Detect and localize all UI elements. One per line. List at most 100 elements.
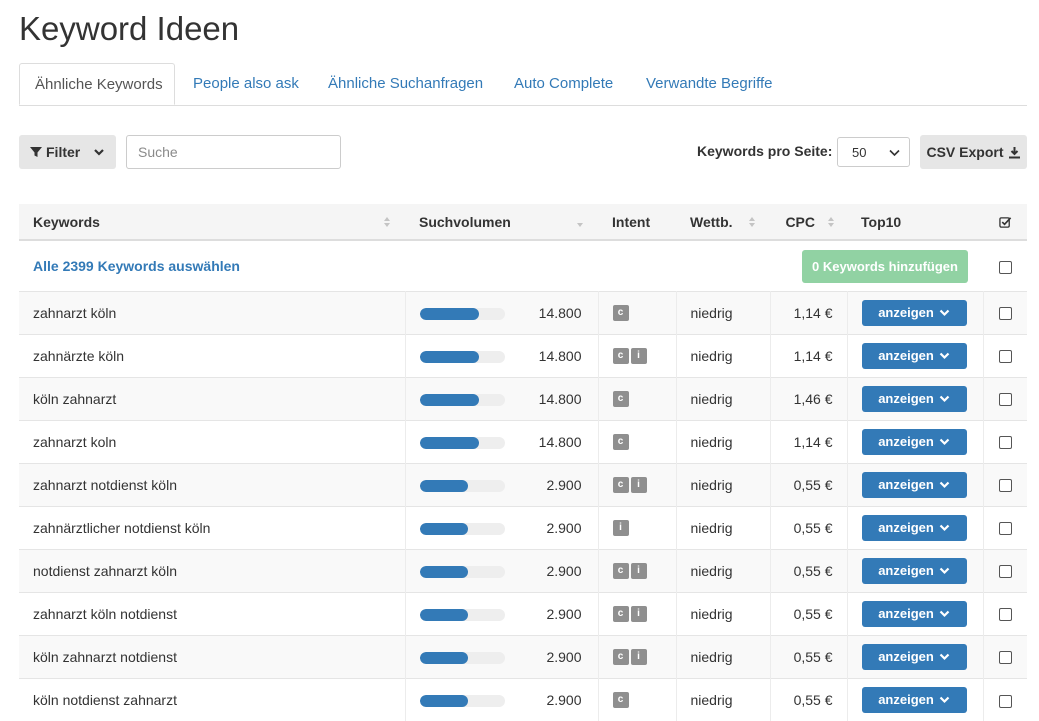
chevron-down-icon: [939, 696, 950, 703]
intent-badge: c: [612, 391, 629, 408]
intent-cell: c: [598, 419, 677, 463]
volume-cell: 14.800: [405, 419, 599, 463]
table-row: zahnarzt köln notdienst 2.900 c i niedrig 0,5…: [19, 591, 1027, 635]
csv-export-button[interactable]: CSV Export: [920, 135, 1027, 169]
intent-badge: i: [630, 649, 647, 666]
column-header-keywords[interactable]: Keywords: [19, 204, 405, 241]
show-top10-button[interactable]: anzeigen: [861, 557, 967, 584]
row-checkbox[interactable]: [998, 307, 1012, 321]
volume-value: 2.900: [546, 562, 582, 579]
chevron-down-icon: [939, 395, 950, 402]
table-row: köln zahnarzt 14.800 c niedrig 1,46 € anzeige…: [19, 376, 1027, 420]
show-top10-button[interactable]: anzeigen: [861, 299, 967, 326]
column-header-wettbewerb[interactable]: Wettb.: [676, 204, 770, 241]
table-row: zahnarzt koln 14.800 c niedrig 1,14 € anzeige…: [19, 419, 1027, 463]
volume-cell: 2.900: [405, 548, 599, 592]
row-checkbox[interactable]: [998, 393, 1012, 407]
column-header-suchvolumen[interactable]: Suchvolumen: [405, 204, 598, 241]
row-checkbox[interactable]: [998, 651, 1012, 665]
tab-bar: Ähnliche Keywords People also ask Ähnlic…: [19, 63, 1027, 106]
intent-cell: ci: [598, 591, 677, 635]
chevron-down-icon: [939, 524, 950, 531]
chevron-down-icon: [939, 309, 950, 316]
volume-value: 2.900: [546, 519, 582, 536]
intent-badge: c: [612, 305, 629, 322]
tab-people-also-ask[interactable]: People also ask: [193, 63, 299, 105]
search-input[interactable]: [126, 135, 341, 169]
tab-aehnliche-keywords[interactable]: Ähnliche Keywords: [19, 63, 175, 105]
show-top10-label: anzeigen: [878, 304, 934, 320]
volume-value: 2.900: [546, 691, 582, 708]
keywords-per-page-select[interactable]: 50: [837, 137, 910, 167]
column-header-cpc[interactable]: CPC: [770, 204, 847, 241]
show-top10-label: anzeigen: [878, 562, 934, 578]
top10-cell: anzeigen: [847, 290, 984, 334]
volume-bar: [419, 350, 505, 363]
show-top10-label: anzeigen: [878, 519, 934, 535]
intent-badge: c: [612, 563, 629, 580]
tab-aehnliche-suchanfragen[interactable]: Ähnliche Suchanfragen: [328, 63, 483, 105]
chevron-down-icon: [939, 481, 950, 488]
volume-bar-fill: [419, 307, 479, 320]
select-all-link[interactable]: Alle 2399 Keywords auswählen: [33, 258, 240, 274]
intent-badge: i: [630, 348, 647, 365]
volume-bar: [419, 565, 505, 578]
row-checkbox[interactable]: [998, 350, 1012, 364]
add-keywords-button[interactable]: 0 Keywords hinzufügen: [802, 250, 968, 283]
volume-bar: [419, 651, 505, 664]
show-top10-button[interactable]: anzeigen: [861, 385, 967, 412]
competition-cell: niedrig: [676, 419, 771, 463]
top10-cell: anzeigen: [847, 419, 984, 463]
sort-desc-icon: [577, 223, 583, 227]
checkbox-checked-icon: [998, 217, 1011, 229]
volume-cell: 14.800: [405, 333, 599, 377]
cpc-cell: 1,14 €: [770, 290, 848, 334]
tab-auto-complete[interactable]: Auto Complete: [514, 63, 613, 105]
show-top10-button[interactable]: anzeigen: [861, 342, 967, 369]
chevron-down-icon: [939, 567, 950, 574]
top10-cell: anzeigen: [847, 505, 984, 549]
show-top10-label: anzeigen: [878, 433, 934, 449]
cpc-cell: 1,14 €: [770, 419, 848, 463]
download-icon: [1008, 146, 1020, 158]
volume-bar-fill: [419, 393, 479, 406]
show-top10-label: anzeigen: [878, 476, 934, 492]
cpc-cell: 1,46 €: [770, 376, 848, 420]
volume-value: 14.800: [538, 390, 582, 407]
row-checkbox[interactable]: [998, 694, 1012, 708]
tab-verwandte-begriffe[interactable]: Verwandte Begriffe: [646, 63, 772, 105]
competition-cell: niedrig: [676, 333, 771, 377]
keyword-cell: zahnarzt köln: [19, 290, 406, 334]
volume-bar: [419, 436, 505, 449]
show-top10-button[interactable]: anzeigen: [861, 600, 967, 627]
show-top10-button[interactable]: anzeigen: [861, 643, 967, 670]
show-top10-button[interactable]: anzeigen: [861, 428, 967, 455]
cpc-cell: 1,14 €: [770, 333, 848, 377]
show-top10-button[interactable]: anzeigen: [861, 686, 967, 713]
show-top10-button[interactable]: anzeigen: [861, 514, 967, 541]
table-row: zahnärzte köln 14.800 c i niedrig 1,14 € anzei…: [19, 333, 1027, 377]
select-all-checkbox[interactable]: [998, 260, 1012, 274]
intent-cell: i: [598, 505, 677, 549]
csv-export-label: CSV Export: [926, 144, 1004, 160]
volume-value: 14.800: [538, 304, 582, 321]
filter-button[interactable]: Filter: [19, 135, 116, 169]
show-top10-button[interactable]: anzeigen: [861, 471, 967, 498]
show-top10-label: anzeigen: [878, 347, 934, 363]
show-top10-label: anzeigen: [878, 390, 934, 406]
row-checkbox[interactable]: [998, 436, 1012, 450]
row-checkbox[interactable]: [998, 608, 1012, 622]
sort-icon: [384, 217, 390, 227]
row-checkbox[interactable]: [998, 565, 1012, 579]
volume-bar-fill: [419, 608, 468, 621]
row-checkbox[interactable]: [998, 479, 1012, 493]
select-all-checkbox-header[interactable]: [983, 204, 1027, 241]
volume-value: 14.800: [538, 347, 582, 364]
volume-bar: [419, 479, 505, 492]
row-checkbox[interactable]: [998, 522, 1012, 536]
volume-bar-fill: [419, 479, 468, 492]
intent-cell: ci: [598, 548, 677, 592]
volume-bar-fill: [419, 565, 468, 578]
volume-bar: [419, 522, 505, 535]
intent-cell: ci: [598, 462, 677, 506]
